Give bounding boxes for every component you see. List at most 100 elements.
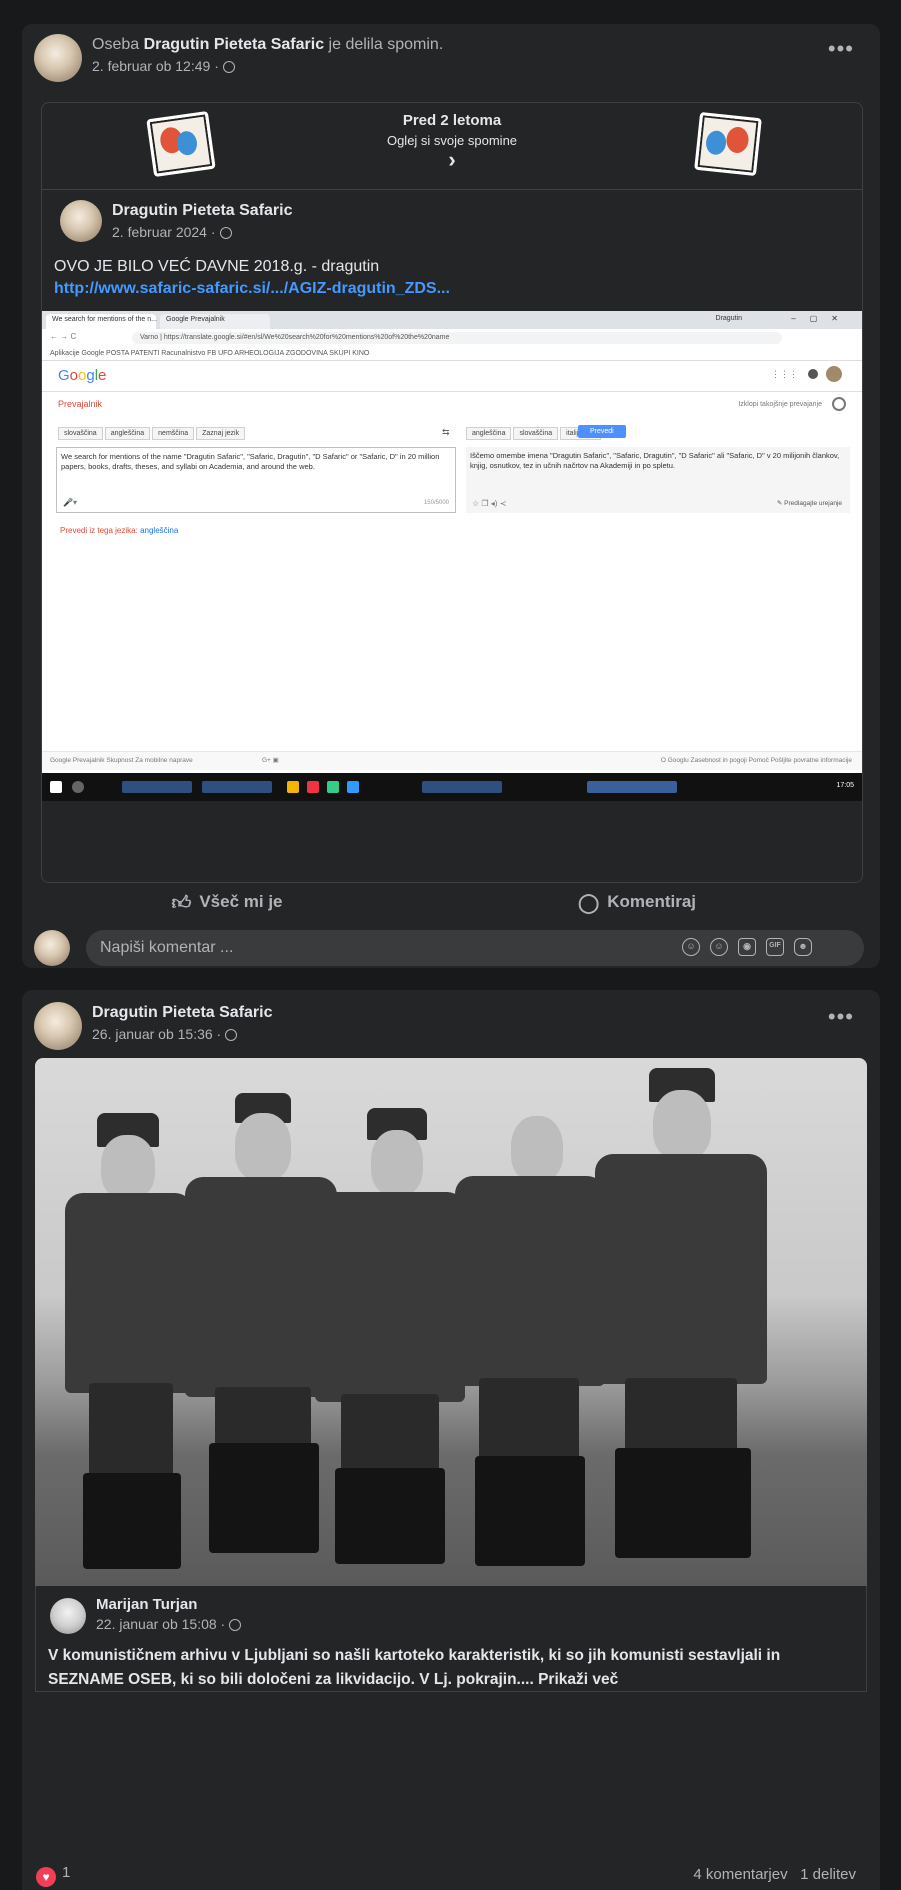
sticker-icon[interactable]: ☻ bbox=[794, 938, 812, 956]
gif-icon[interactable]: GIF bbox=[766, 938, 784, 956]
shared-post-text: OVO JE BILO VEĆ DAVNE 2018.g. - dragutin bbox=[54, 258, 380, 275]
globe-icon bbox=[222, 61, 235, 73]
app-icon bbox=[307, 781, 319, 793]
shared-post-date[interactable]: 2. februar 2024 · bbox=[112, 224, 232, 240]
more-options-icon[interactable]: ••• bbox=[828, 36, 854, 62]
windows-taskbar: 17:05 bbox=[42, 773, 862, 801]
post-timestamp[interactable]: 2. februar ob 12:49 · bbox=[92, 58, 235, 74]
source-language-bar: slovaščina angleščina nemščina Zaznaj jezik bbox=[58, 427, 247, 440]
timestamp-text: 26. januar ob 15:36 · bbox=[92, 1026, 222, 1042]
memory-banner[interactable]: Pred 2 letoma Oglej si svoje spomine › bbox=[41, 102, 863, 190]
avatar-sticker-icon[interactable]: ☺ bbox=[682, 938, 700, 956]
shared-date-text: 2. februar 2024 · bbox=[112, 224, 216, 240]
globe-icon bbox=[229, 1619, 242, 1631]
emoji-icon[interactable]: ☺ bbox=[710, 938, 728, 956]
reactions-summary[interactable]: ♥ 1 bbox=[36, 1864, 70, 1887]
my-avatar[interactable] bbox=[34, 930, 70, 966]
globe-icon bbox=[225, 1029, 238, 1041]
more-options-icon[interactable]: ••• bbox=[828, 1004, 854, 1030]
memory-title: Pred 2 letoma bbox=[402, 112, 502, 129]
folder-icon bbox=[287, 781, 299, 793]
app-icon bbox=[347, 781, 359, 793]
taskbar-window bbox=[422, 781, 502, 793]
like-label: Všeč mi je bbox=[199, 892, 283, 911]
chevron-right-icon[interactable]: › bbox=[42, 147, 862, 173]
comment-button[interactable]: ◯ Komentiraj bbox=[432, 882, 842, 922]
taskbar-window bbox=[587, 781, 677, 793]
post-timestamp[interactable]: 26. januar ob 15:36 · bbox=[92, 1026, 238, 1042]
shared-post: Dragutin Pieteta Safaric 2. februar 2024… bbox=[41, 188, 863, 883]
memory-subtitle[interactable]: Oglej si svoje spomine bbox=[42, 133, 862, 148]
comment-label: Komentiraj bbox=[607, 892, 697, 911]
translate-from-link: Prevedi iz tega jezika: angleščina bbox=[60, 526, 178, 535]
post-header: Oseba Dragutin Pieteta Safaric je delila… bbox=[92, 36, 443, 54]
shares-count-link[interactable]: 1 delitev bbox=[800, 1866, 856, 1883]
settings-icon bbox=[832, 397, 846, 411]
suggest-edit-link: ✎ Predlagajte urejanje bbox=[776, 500, 842, 507]
lang-button: slovaščina bbox=[58, 427, 103, 440]
lang-button: angleščina bbox=[104, 427, 151, 440]
account-avatar bbox=[826, 366, 842, 382]
divider bbox=[42, 391, 862, 392]
taskbar-window bbox=[202, 781, 272, 793]
instant-translate-link: Izklopi takojšnje prevajanje bbox=[738, 401, 822, 408]
comments-count-link[interactable]: 4 komentarjev bbox=[693, 1866, 787, 1883]
shared-author-name[interactable]: Dragutin Pieteta Safaric bbox=[112, 202, 293, 220]
taskbar-clock: 17:05 bbox=[836, 782, 854, 789]
shared-author-avatar[interactable] bbox=[50, 1598, 86, 1634]
camera-icon[interactable]: ◉ bbox=[738, 938, 756, 956]
translate-page-title: Prevajalnik bbox=[58, 399, 103, 409]
char-count: 150/5000 bbox=[423, 500, 449, 506]
microphone-icon: 🎤▾ bbox=[63, 498, 77, 507]
post-stats: 4 komentarjev 1 delitev bbox=[693, 1866, 856, 1883]
speech-bubble-icon: ◯ bbox=[577, 893, 600, 914]
shared-post-text: V komunističnem arhivu v Ljubljani so na… bbox=[48, 1644, 856, 1692]
translate-screenshot-image[interactable]: We search for mentions of the n... Googl… bbox=[42, 311, 862, 801]
author-name[interactable]: Dragutin Pieteta Safaric bbox=[144, 36, 325, 53]
thumbs-up-icon: 👍︎ bbox=[171, 893, 192, 914]
lang-button: Zaznaj jezik bbox=[196, 427, 246, 440]
suggest-edit-text: Predlagajte urejanje bbox=[784, 500, 842, 507]
shared-post-date[interactable]: 22. januar ob 15:08 · bbox=[96, 1616, 242, 1632]
shared-author-name[interactable]: Marijan Turjan bbox=[96, 1596, 197, 1613]
shared-date-text: 22. januar ob 15:08 · bbox=[96, 1616, 226, 1632]
address-bar: ← → C Varno | https://translate.google.s… bbox=[42, 329, 862, 348]
shared-post-link[interactable]: http://www.safaric-safaric.si/.../AGIZ-d… bbox=[54, 280, 450, 298]
translate-from-label: Prevedi iz tega jezika: bbox=[60, 526, 138, 535]
translate-from-lang: angleščina bbox=[140, 526, 179, 535]
author-avatar[interactable] bbox=[34, 34, 82, 82]
window-controls-icon: –▢✕ bbox=[791, 314, 852, 323]
taskbar-window bbox=[122, 781, 192, 793]
browser-tab: We search for mentions of the n... bbox=[46, 314, 157, 329]
url-field: Varno | https://translate.google.si/#en/… bbox=[132, 332, 782, 344]
author-name[interactable]: Dragutin Pieteta Safaric bbox=[92, 1004, 273, 1022]
google-plus-icon: G+ ▣ bbox=[262, 757, 279, 764]
globe-icon bbox=[219, 227, 232, 239]
app-icon bbox=[327, 781, 339, 793]
footer-left-links: Google Prevajalnik Skupnost Za mobilne n… bbox=[50, 757, 193, 764]
browser-tab: Google Prevajalnik bbox=[160, 314, 270, 329]
google-logo: Google bbox=[58, 367, 107, 384]
lang-button: angleščina bbox=[466, 427, 512, 440]
nav-arrows-icon: ← → C bbox=[50, 332, 77, 341]
target-text-box: Iščemo omembe imena "Dragutin Safaric", … bbox=[466, 447, 850, 513]
target-text: Iščemo omembe imena "Dragutin Safaric", … bbox=[470, 451, 840, 470]
browser-tabs: We search for mentions of the n... Googl… bbox=[42, 311, 862, 329]
shared-author-avatar[interactable] bbox=[60, 200, 102, 242]
swap-languages-icon: ⇆ bbox=[442, 427, 450, 437]
author-avatar[interactable] bbox=[34, 1002, 82, 1050]
shared-post-footer[interactable]: Marijan Turjan 22. januar ob 15:08 · V k… bbox=[35, 1586, 867, 1692]
see-more-link[interactable]: Prikaži več bbox=[538, 1671, 618, 1688]
header-suffix: je delila spomin. bbox=[328, 36, 444, 53]
soldiers-photo[interactable] bbox=[35, 1058, 867, 1586]
lang-button: slovaščina bbox=[513, 427, 559, 440]
settings-gear-icon bbox=[808, 369, 818, 379]
lang-button: nemščina bbox=[152, 427, 195, 440]
bookmarks-bar: Aplikacije Google POSTA PATENTI Racunaln… bbox=[42, 347, 862, 361]
source-text: We search for mentions of the name "Drag… bbox=[61, 452, 440, 471]
result-tools-icon: ☆ ❐ ◂) ≺ bbox=[472, 499, 507, 508]
like-button[interactable]: 👍︎ Všeč mi je bbox=[22, 882, 432, 922]
timestamp-text: 2. februar ob 12:49 · bbox=[92, 58, 219, 74]
shared-text-body: V komunističnem arhivu v Ljubljani so na… bbox=[48, 1647, 781, 1688]
windows-start-icon bbox=[50, 781, 62, 793]
